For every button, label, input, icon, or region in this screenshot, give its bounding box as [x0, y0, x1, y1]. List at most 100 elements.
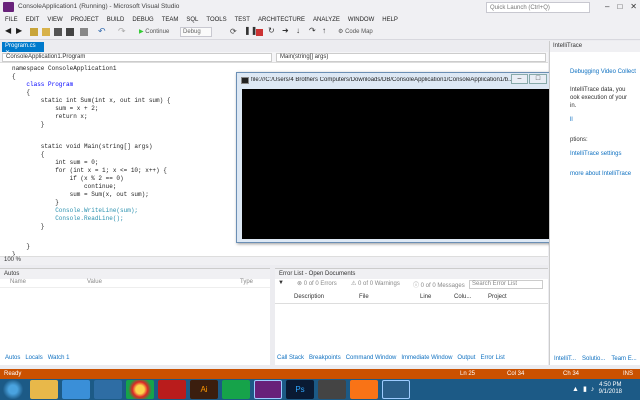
forward-icon[interactable]: ▶ [16, 26, 24, 35]
step-over-icon[interactable]: ↷ [309, 26, 317, 35]
photoshop-icon[interactable]: Ps [286, 380, 314, 399]
opera-icon[interactable] [158, 380, 186, 399]
console-window[interactable]: file:///C:/Users/4 Brothers Computers/Do… [236, 72, 573, 243]
menu-test[interactable]: TEST [235, 17, 250, 23]
warnings-filter[interactable]: ⚠ 0 of 0 Warnings [351, 280, 400, 287]
tab-immediate-window[interactable]: Immediate Window [401, 355, 452, 365]
app-icon[interactable] [318, 380, 346, 399]
firefox-icon[interactable] [350, 380, 378, 399]
code-map-button[interactable]: ⚙ Code Map [338, 28, 373, 35]
intellitrace-text[interactable]: ll [570, 117, 573, 123]
taskbar: Ai Ps ▲ ▮ ♪ 4:50 PM 9/1/2018 [0, 379, 640, 400]
menu-debug[interactable]: DEBUG [132, 17, 153, 23]
tab-breakpoints[interactable]: Breakpoints [309, 355, 341, 365]
visual-studio-taskbar-icon[interactable] [254, 380, 282, 399]
continue-button[interactable]: ▶ Continue [139, 28, 169, 35]
autos-tab-strip: Autos Locals Watch 1 [5, 355, 69, 365]
menu-build[interactable]: BUILD [107, 17, 125, 23]
undo-icon[interactable]: ↶ [98, 26, 106, 36]
tab-team-explorer[interactable]: Team E... [611, 356, 636, 362]
redo-icon[interactable]: ↷ [118, 26, 126, 36]
intellitrace-text: in. [570, 103, 577, 109]
tab-command-window[interactable]: Command Window [346, 355, 397, 365]
volume-icon[interactable]: ♪ [591, 386, 595, 393]
menu-edit[interactable]: EDIT [26, 17, 40, 23]
tab-program-cs[interactable]: Program.cs ✕ [2, 42, 44, 56]
messages-filter[interactable]: ⓘ 0 of 0 Messages [413, 280, 465, 289]
tab-watch[interactable]: Watch 1 [48, 355, 70, 365]
learn-more-intellitrace-link[interactable]: more about IntelliTrace [570, 171, 631, 177]
member-dropdown[interactable]: Main(string[] args) [276, 53, 546, 62]
menu-file[interactable]: FILE [5, 17, 18, 23]
show-next-statement-icon[interactable]: ➜ [282, 26, 290, 35]
media-player-icon[interactable] [94, 380, 122, 399]
back-icon[interactable]: ◀ [5, 26, 13, 35]
maximize-icon[interactable]: □ [617, 2, 622, 11]
save-all-icon[interactable] [66, 28, 74, 36]
console-output[interactable] [242, 89, 563, 239]
tab-output[interactable]: Output [457, 355, 475, 365]
autos-header: Autos [0, 269, 270, 279]
file-explorer-icon[interactable] [30, 380, 58, 399]
network-icon[interactable]: ▮ [583, 385, 587, 393]
notification-icon[interactable]: ▲ [572, 386, 579, 393]
step-into-icon[interactable]: ↓ [296, 26, 304, 35]
stop-icon[interactable] [256, 29, 263, 36]
new-project-icon[interactable] [30, 28, 38, 36]
col-value[interactable]: Value [87, 279, 102, 285]
clock[interactable]: 4:50 PM 9/1/2018 [599, 382, 622, 396]
zoom-level[interactable]: 100 % [0, 256, 548, 265]
cut-icon[interactable] [80, 28, 88, 36]
tab-intellitrace[interactable]: IntelliT... [554, 356, 576, 362]
errors-filter[interactable]: ⊗ 0 of 0 Errors [297, 280, 337, 287]
tab-autos[interactable]: Autos [5, 355, 20, 365]
filter-icon[interactable]: ▼ [278, 280, 284, 286]
tab-solution-explorer[interactable]: Solutio... [582, 356, 605, 362]
col-file[interactable]: File [359, 294, 369, 300]
menu-view[interactable]: VIEW [47, 17, 62, 23]
col-line[interactable]: Line [420, 294, 431, 300]
menu-team[interactable]: TEAM [162, 17, 179, 23]
refresh-icon[interactable]: ↻ [268, 26, 276, 35]
col-name[interactable]: Name [10, 279, 26, 285]
navigation-bar: ConsoleApplication1.Program Main(string[… [0, 52, 548, 63]
quick-launch-input[interactable]: Quick Launch (Ctrl+Q) [486, 2, 590, 13]
class-dropdown[interactable]: ConsoleApplication1.Program [2, 53, 272, 62]
error-search-input[interactable]: Search Error List [469, 280, 543, 289]
console-minimize-button[interactable]: – [511, 74, 528, 84]
menu-window[interactable]: WINDOW [348, 17, 374, 23]
col-description[interactable]: Description [294, 294, 324, 300]
camtasia-icon[interactable] [222, 380, 250, 399]
menu-tools[interactable]: TOOLS [206, 17, 226, 23]
console-taskbar-icon[interactable] [382, 380, 410, 399]
code-line: static int Sum(int x, out int sum) { [12, 97, 171, 104]
internet-explorer-icon[interactable] [62, 380, 90, 399]
col-project[interactable]: Project [488, 294, 507, 300]
intellitrace-settings-link[interactable]: IntelliTrace settings [570, 151, 621, 157]
intellitrace-panel: IntelliTrace Debugging Video Collect Int… [549, 41, 640, 365]
menu-architecture[interactable]: ARCHITECTURE [258, 17, 305, 23]
intellitrace-text[interactable]: Debugging Video Collect [570, 69, 636, 75]
menu-analyze[interactable]: ANALYZE [313, 17, 340, 23]
restart-icon[interactable]: ⟳ [230, 27, 238, 36]
tab-locals[interactable]: Locals [25, 355, 42, 365]
menu-project[interactable]: PROJECT [71, 17, 99, 23]
start-button-icon[interactable] [2, 380, 24, 399]
console-maximize-button[interactable]: □ [529, 74, 547, 84]
chrome-icon[interactable] [126, 380, 154, 399]
tab-error-list[interactable]: Error List [480, 355, 504, 365]
close-icon[interactable]: ✕ [630, 2, 637, 11]
illustrator-icon[interactable]: Ai [190, 380, 218, 399]
save-icon[interactable] [54, 28, 62, 36]
configuration-select[interactable]: Debug [180, 27, 212, 37]
pause-icon[interactable]: ❚❚ [244, 26, 257, 35]
code-line: } [12, 121, 45, 128]
open-file-icon[interactable] [42, 28, 50, 36]
menu-sql[interactable]: SQL [186, 17, 198, 23]
col-column[interactable]: Colu... [454, 294, 471, 300]
minimize-icon[interactable]: – [605, 2, 609, 11]
col-type[interactable]: Type [240, 279, 253, 285]
step-out-icon[interactable]: ↑ [322, 26, 330, 35]
menu-help[interactable]: HELP [382, 17, 398, 23]
tab-call-stack[interactable]: Call Stack [277, 355, 304, 365]
